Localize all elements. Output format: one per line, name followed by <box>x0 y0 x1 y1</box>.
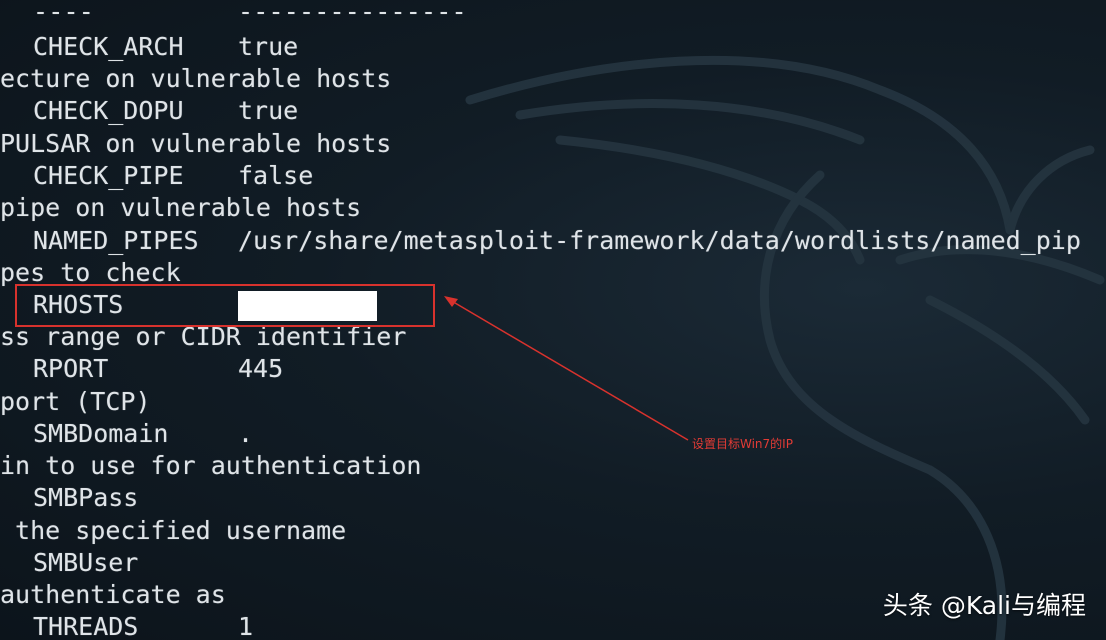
option-name-check-arch: CHECK_ARCH <box>33 32 184 61</box>
option-value-check-pipe: false <box>238 161 314 190</box>
option-description-check-pipe: pipe on vulnerable hosts <box>0 193 362 222</box>
option-name-rport: RPORT <box>33 354 109 383</box>
annotation-label: 设置目标Win7的IP <box>692 437 793 451</box>
option-value-named-pipes: /usr/share/metasploit-framework/data/wor… <box>238 226 1081 255</box>
watermark-text: 头条 @Kali与编程 <box>882 591 1086 620</box>
name-column-separator: ---- <box>33 0 95 26</box>
terminal-window[interactable]: ---- --------------- CHECK_ARCH true ect… <box>0 0 1106 640</box>
header-separator-row: ---- --------------- <box>0 0 467 32</box>
option-value-threads: 1 <box>238 612 254 640</box>
option-name-smbuser: SMBUser <box>33 548 139 577</box>
option-name-check-pipe: CHECK_PIPE <box>33 161 184 190</box>
option-description-check-arch: ecture on vulnerable hosts <box>0 64 392 93</box>
option-name-smbdomain: SMBDomain <box>33 419 169 448</box>
option-description-smbdomain: in to use for authentication <box>0 451 422 480</box>
option-name-check-dopu: CHECK_DOPU <box>33 96 184 125</box>
option-value-smbdomain: . <box>238 419 254 448</box>
option-value-check-dopu: true <box>238 96 299 125</box>
option-name-named-pipes: NAMED_PIPES <box>33 226 199 255</box>
option-value-check-arch: true <box>238 32 299 61</box>
rhosts-highlight-box <box>15 284 435 327</box>
option-name-smbpass: SMBPass <box>33 483 139 512</box>
option-description-check-dopu: PULSAR on vulnerable hosts <box>0 129 392 158</box>
value-column-separator: --------------- <box>238 0 467 26</box>
option-name-threads: THREADS <box>33 612 139 640</box>
option-description-smbuser: authenticate as <box>0 580 226 609</box>
option-value-rport: 445 <box>238 354 284 383</box>
option-description-smbpass: the specified username <box>0 516 347 545</box>
option-description-rport: port (TCP) <box>0 387 151 416</box>
